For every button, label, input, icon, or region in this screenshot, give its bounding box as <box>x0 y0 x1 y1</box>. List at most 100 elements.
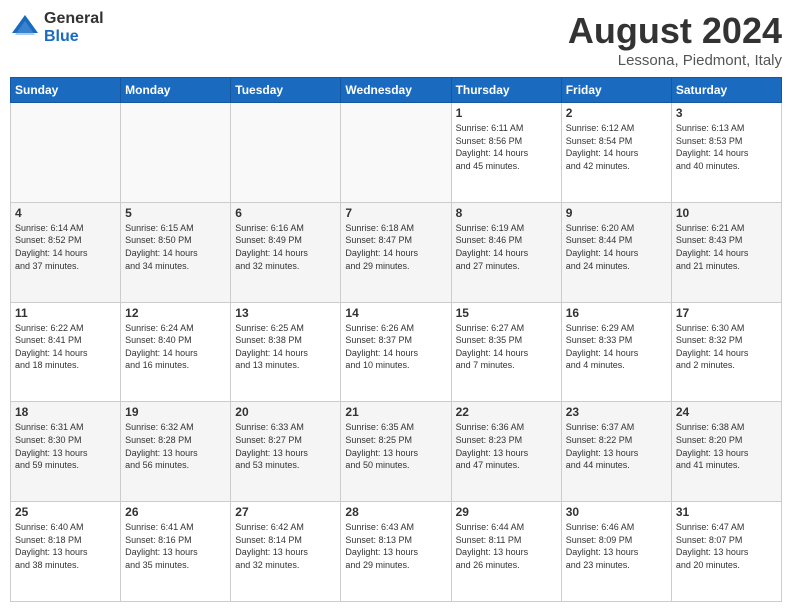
logo: General Blue <box>10 10 104 45</box>
calendar-cell: 20 Sunrise: 6:33 AM Sunset: 8:27 PM Dayli… <box>231 402 341 502</box>
calendar-cell: 18 Sunrise: 6:31 AM Sunset: 8:30 PM Dayli… <box>11 402 121 502</box>
day-info: Sunrise: 6:42 AM Sunset: 8:14 PM Dayligh… <box>235 521 336 571</box>
day-number: 25 <box>15 505 116 519</box>
day-info: Sunrise: 6:35 AM Sunset: 8:25 PM Dayligh… <box>345 421 446 471</box>
day-info: Sunrise: 6:18 AM Sunset: 8:47 PM Dayligh… <box>345 222 446 272</box>
day-info: Sunrise: 6:31 AM Sunset: 8:30 PM Dayligh… <box>15 421 116 471</box>
week-row-5: 25 Sunrise: 6:40 AM Sunset: 8:18 PM Dayli… <box>11 502 782 602</box>
header-friday: Friday <box>561 78 671 103</box>
calendar-cell: 4Sunrise: 6:14 AM Sunset: 8:52 PM Daylig… <box>11 202 121 302</box>
calendar-cell <box>341 103 451 203</box>
calendar-cell: 28 Sunrise: 6:43 AM Sunset: 8:13 PM Dayli… <box>341 502 451 602</box>
day-number: 15 <box>456 306 557 320</box>
calendar-cell: 2 Sunrise: 6:12 AM Sunset: 8:54 PM Daylig… <box>561 103 671 203</box>
calendar-cell: 11 Sunrise: 6:22 AM Sunset: 8:41 PM Dayli… <box>11 302 121 402</box>
day-info: Sunrise: 6:44 AM Sunset: 8:11 PM Dayligh… <box>456 521 557 571</box>
title-location: Lessona, Piedmont, Italy <box>568 52 782 69</box>
day-number: 11 <box>15 306 116 320</box>
calendar-cell: 3Sunrise: 6:13 AM Sunset: 8:53 PM Daylig… <box>671 103 781 203</box>
calendar-cell: 14Sunrise: 6:26 AM Sunset: 8:37 PM Dayli… <box>341 302 451 402</box>
header: General Blue August 2024 Lessona, Piedmo… <box>10 10 782 69</box>
day-number: 17 <box>676 306 777 320</box>
day-number: 23 <box>566 405 667 419</box>
calendar-cell: 30 Sunrise: 6:46 AM Sunset: 8:09 PM Dayli… <box>561 502 671 602</box>
day-number: 19 <box>125 405 226 419</box>
calendar-cell: 7 Sunrise: 6:18 AM Sunset: 8:47 PM Daylig… <box>341 202 451 302</box>
day-number: 26 <box>125 505 226 519</box>
calendar-cell: 1Sunrise: 6:11 AM Sunset: 8:56 PM Daylig… <box>451 103 561 203</box>
day-number: 18 <box>15 405 116 419</box>
day-info: Sunrise: 6:36 AM Sunset: 8:23 PM Dayligh… <box>456 421 557 471</box>
day-info: Sunrise: 6:37 AM Sunset: 8:22 PM Dayligh… <box>566 421 667 471</box>
header-tuesday: Tuesday <box>231 78 341 103</box>
day-info: Sunrise: 6:25 AM Sunset: 8:38 PM Dayligh… <box>235 322 336 372</box>
calendar-cell: 13 Sunrise: 6:25 AM Sunset: 8:38 PM Dayli… <box>231 302 341 402</box>
calendar-cell: 15 Sunrise: 6:27 AM Sunset: 8:35 PM Dayli… <box>451 302 561 402</box>
day-info: Sunrise: 6:20 AM Sunset: 8:44 PM Dayligh… <box>566 222 667 272</box>
day-info: Sunrise: 6:11 AM Sunset: 8:56 PM Dayligh… <box>456 122 557 172</box>
day-info: Sunrise: 6:24 AM Sunset: 8:40 PM Dayligh… <box>125 322 226 372</box>
day-info: Sunrise: 6:14 AM Sunset: 8:52 PM Dayligh… <box>15 222 116 272</box>
calendar-cell: 26 Sunrise: 6:41 AM Sunset: 8:16 PM Dayli… <box>121 502 231 602</box>
calendar-cell: 29 Sunrise: 6:44 AM Sunset: 8:11 PM Dayli… <box>451 502 561 602</box>
day-number: 24 <box>676 405 777 419</box>
day-number: 8 <box>456 206 557 220</box>
calendar-cell: 12 Sunrise: 6:24 AM Sunset: 8:40 PM Dayli… <box>121 302 231 402</box>
day-info: Sunrise: 6:15 AM Sunset: 8:50 PM Dayligh… <box>125 222 226 272</box>
day-number: 13 <box>235 306 336 320</box>
day-number: 12 <box>125 306 226 320</box>
day-info: Sunrise: 6:22 AM Sunset: 8:41 PM Dayligh… <box>15 322 116 372</box>
day-info: Sunrise: 6:46 AM Sunset: 8:09 PM Dayligh… <box>566 521 667 571</box>
day-info: Sunrise: 6:27 AM Sunset: 8:35 PM Dayligh… <box>456 322 557 372</box>
day-info: Sunrise: 6:38 AM Sunset: 8:20 PM Dayligh… <box>676 421 777 471</box>
day-number: 30 <box>566 505 667 519</box>
header-sunday: Sunday <box>11 78 121 103</box>
calendar-cell: 16 Sunrise: 6:29 AM Sunset: 8:33 PM Dayli… <box>561 302 671 402</box>
page: General Blue August 2024 Lessona, Piedmo… <box>0 0 792 612</box>
calendar-cell: 6Sunrise: 6:16 AM Sunset: 8:49 PM Daylig… <box>231 202 341 302</box>
day-number: 22 <box>456 405 557 419</box>
day-number: 6 <box>235 206 336 220</box>
logo-text: General Blue <box>44 10 104 45</box>
day-number: 7 <box>345 206 446 220</box>
calendar-cell <box>231 103 341 203</box>
day-info: Sunrise: 6:12 AM Sunset: 8:54 PM Dayligh… <box>566 122 667 172</box>
day-number: 29 <box>456 505 557 519</box>
logo-icon <box>10 13 40 43</box>
day-number: 2 <box>566 106 667 120</box>
day-number: 28 <box>345 505 446 519</box>
day-number: 9 <box>566 206 667 220</box>
header-monday: Monday <box>121 78 231 103</box>
calendar-cell: 24 Sunrise: 6:38 AM Sunset: 8:20 PM Dayli… <box>671 402 781 502</box>
title-month: August 2024 <box>568 10 782 52</box>
calendar-cell: 9 Sunrise: 6:20 AM Sunset: 8:44 PM Daylig… <box>561 202 671 302</box>
day-info: Sunrise: 6:29 AM Sunset: 8:33 PM Dayligh… <box>566 322 667 372</box>
header-saturday: Saturday <box>671 78 781 103</box>
day-info: Sunrise: 6:13 AM Sunset: 8:53 PM Dayligh… <box>676 122 777 172</box>
calendar-cell: 27 Sunrise: 6:42 AM Sunset: 8:14 PM Dayli… <box>231 502 341 602</box>
day-number: 10 <box>676 206 777 220</box>
day-info: Sunrise: 6:40 AM Sunset: 8:18 PM Dayligh… <box>15 521 116 571</box>
calendar-cell: 23 Sunrise: 6:37 AM Sunset: 8:22 PM Dayli… <box>561 402 671 502</box>
day-number: 20 <box>235 405 336 419</box>
day-info: Sunrise: 6:41 AM Sunset: 8:16 PM Dayligh… <box>125 521 226 571</box>
day-info: Sunrise: 6:21 AM Sunset: 8:43 PM Dayligh… <box>676 222 777 272</box>
calendar-cell: 19Sunrise: 6:32 AM Sunset: 8:28 PM Dayli… <box>121 402 231 502</box>
week-row-3: 11 Sunrise: 6:22 AM Sunset: 8:41 PM Dayli… <box>11 302 782 402</box>
calendar-cell: 8Sunrise: 6:19 AM Sunset: 8:46 PM Daylig… <box>451 202 561 302</box>
day-number: 27 <box>235 505 336 519</box>
logo-general: General <box>44 10 104 28</box>
calendar-cell: 17Sunrise: 6:30 AM Sunset: 8:32 PM Dayli… <box>671 302 781 402</box>
calendar-cell: 22 Sunrise: 6:36 AM Sunset: 8:23 PM Dayli… <box>451 402 561 502</box>
day-number: 21 <box>345 405 446 419</box>
day-number: 16 <box>566 306 667 320</box>
week-row-4: 18 Sunrise: 6:31 AM Sunset: 8:30 PM Dayli… <box>11 402 782 502</box>
logo-blue: Blue <box>44 28 104 46</box>
day-info: Sunrise: 6:47 AM Sunset: 8:07 PM Dayligh… <box>676 521 777 571</box>
calendar-cell <box>121 103 231 203</box>
calendar-cell: 31Sunrise: 6:47 AM Sunset: 8:07 PM Dayli… <box>671 502 781 602</box>
day-number: 14 <box>345 306 446 320</box>
day-info: Sunrise: 6:33 AM Sunset: 8:27 PM Dayligh… <box>235 421 336 471</box>
calendar-header-row: Sunday Monday Tuesday Wednesday Thursday… <box>11 78 782 103</box>
day-info: Sunrise: 6:43 AM Sunset: 8:13 PM Dayligh… <box>345 521 446 571</box>
